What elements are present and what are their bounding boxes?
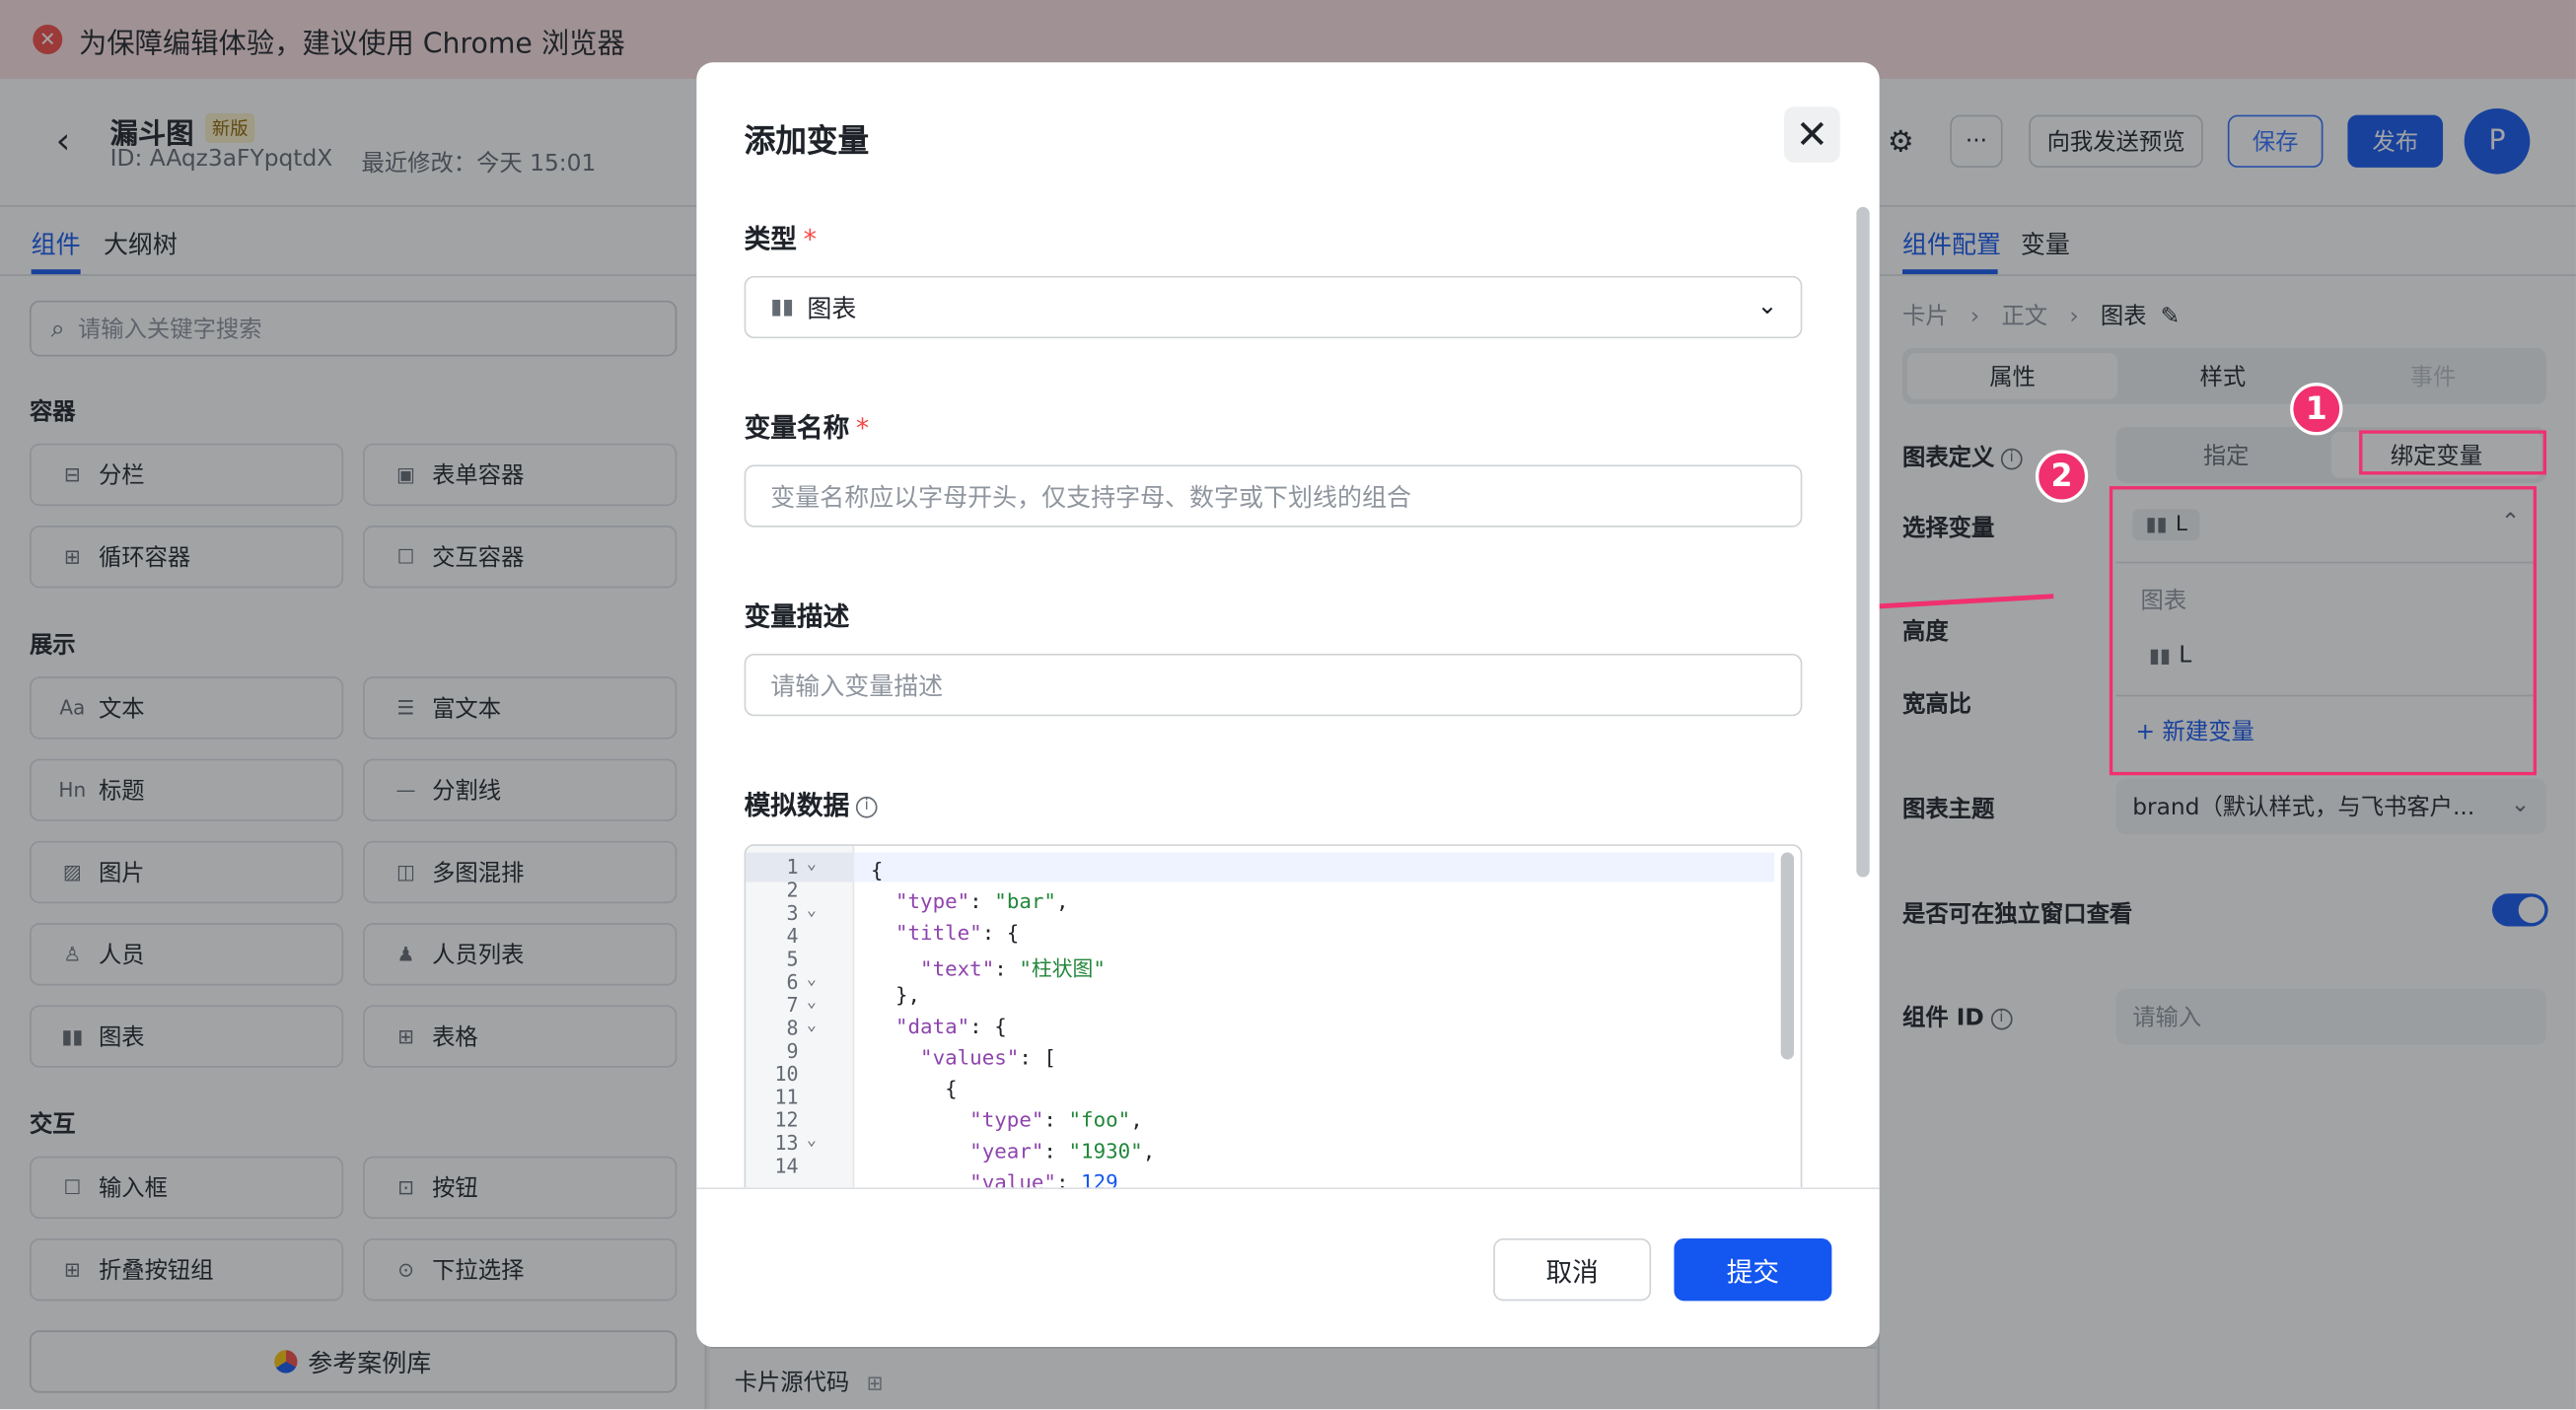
label-text: 类型 xyxy=(744,223,797,255)
line-number: 10 xyxy=(774,1062,799,1087)
label-text: 变量名称 xyxy=(744,412,850,444)
variable-description-placeholder: 请输入变量描述 xyxy=(770,670,944,701)
line-number: 7 xyxy=(786,993,799,1018)
line-number: 11 xyxy=(774,1086,799,1109)
line-number: 6 xyxy=(786,970,799,994)
line-number: 12 xyxy=(774,1108,799,1132)
code-line: }, xyxy=(870,982,921,1008)
fold-chevron-icon[interactable]: ⌄ xyxy=(807,1017,817,1034)
code-line: "data": { xyxy=(894,1013,1007,1038)
dialog-body: 类型 * ▮▮ 图表 ⌄ 变量名称 * 变量名称应以字母开头，仅支持字母、数字或下划… xyxy=(696,194,1879,1188)
line-number: 1 xyxy=(786,855,799,880)
line-number: 9 xyxy=(786,1039,799,1063)
required-mark: * xyxy=(855,412,870,444)
highlight-box-variable-select xyxy=(2109,486,2537,776)
submit-button[interactable]: 提交 xyxy=(1674,1238,1832,1302)
annotation-marker-2: 2 xyxy=(2035,450,2089,503)
code-line: "title": { xyxy=(894,919,1020,945)
fold-chevron-icon[interactable]: ⌄ xyxy=(807,902,817,920)
fold-chevron-icon[interactable]: ⌄ xyxy=(807,856,817,874)
code-line: "values": [ xyxy=(920,1044,1056,1070)
chevron-down-icon: ⌄ xyxy=(1756,290,1778,320)
dialog-title: 添加变量 xyxy=(744,122,870,160)
mock-data-label: 模拟数据 i xyxy=(745,784,878,823)
line-number: 8 xyxy=(786,1017,799,1040)
variable-description-label: 变量描述 xyxy=(744,600,850,633)
chart-icon: ▮▮ xyxy=(770,295,795,319)
variable-name-placeholder: 变量名称应以字母开头，仅支持字母、数字或下划线的组合 xyxy=(770,481,1411,512)
code-line: "value": 129 xyxy=(969,1169,1118,1188)
required-mark: * xyxy=(803,223,817,255)
type-label: 类型 * xyxy=(745,217,817,256)
variable-description-input[interactable]: 请输入变量描述 xyxy=(744,653,1803,717)
fold-chevron-icon[interactable]: ⌄ xyxy=(807,994,817,1012)
label-text: 模拟数据 xyxy=(744,790,850,821)
editor-scrollbar[interactable] xyxy=(1780,852,1795,1060)
code-line: "text": "柱状图" xyxy=(920,955,1106,981)
line-number: 2 xyxy=(786,879,799,902)
cancel-button[interactable]: 取消 xyxy=(1493,1238,1652,1302)
line-number: 3 xyxy=(786,901,799,925)
code-line: "type": "foo", xyxy=(969,1106,1143,1132)
line-number: 4 xyxy=(786,924,799,949)
line-number: 14 xyxy=(774,1155,799,1178)
fold-chevron-icon[interactable]: ⌄ xyxy=(807,1132,817,1150)
type-value: 图表 xyxy=(807,293,857,323)
line-number: 13 xyxy=(774,1131,799,1156)
close-icon[interactable]: ✕ xyxy=(1784,106,1840,163)
annotation-marker-1: 1 xyxy=(2290,383,2343,436)
highlight-box-bind-variable xyxy=(2359,430,2546,475)
dialog-footer: 取消 提交 xyxy=(696,1187,1880,1347)
fold-chevron-icon[interactable]: ⌄ xyxy=(807,970,817,988)
dialog-scrollbar[interactable] xyxy=(1856,206,1870,878)
type-select[interactable]: ▮▮ 图表 ⌄ xyxy=(744,275,1803,339)
line-number: 5 xyxy=(786,948,799,971)
active-line xyxy=(854,852,1775,882)
mock-data-editor[interactable]: 1 2 3 4 5 6 7 8 9 10 11 12 13 14 ⌄ ⌄ ⌄ ⌄… xyxy=(744,844,1803,1188)
code-line: "year": "1930", xyxy=(969,1138,1156,1163)
code-line: { xyxy=(870,857,884,882)
add-variable-dialog: 添加变量 ✕ 类型 * ▮▮ 图表 ⌄ 变量名称 * 变量名称应以字母开头，仅支持字… xyxy=(696,62,1880,1347)
code-line: "type": "bar", xyxy=(894,888,1069,914)
variable-name-label: 变量名称 * xyxy=(745,405,870,445)
variable-name-input[interactable]: 变量名称应以字母开头，仅支持字母、数字或下划线的组合 xyxy=(744,464,1803,528)
info-icon[interactable]: i xyxy=(855,796,878,818)
code-line: { xyxy=(870,1076,958,1101)
